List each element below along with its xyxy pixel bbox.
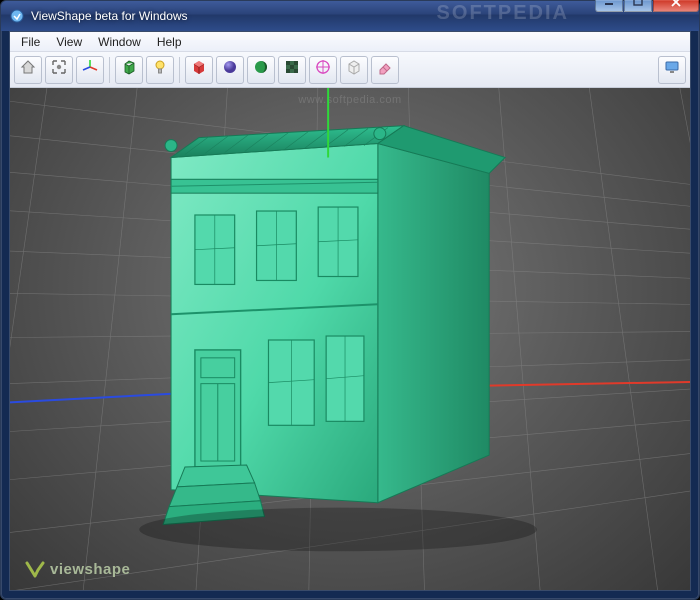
toolbar-separator — [179, 57, 180, 83]
app-window: ViewShape beta for Windows SOFTPEDIA Fil… — [0, 0, 700, 600]
eraser-icon — [376, 58, 394, 81]
3d-viewport[interactable]: www.softpedia.com — [10, 88, 690, 590]
branding-text: viewshape — [50, 561, 130, 578]
branding: viewshape — [24, 558, 130, 580]
axes-button[interactable] — [76, 56, 104, 84]
menu-file[interactable]: File — [14, 33, 47, 51]
checker-icon — [283, 58, 301, 81]
close-button[interactable] — [653, 0, 699, 12]
window-controls — [594, 0, 699, 12]
wireframe-cube-icon — [120, 58, 138, 81]
monitor-icon — [663, 58, 681, 81]
y-axis-overlay — [10, 88, 690, 590]
toolbar-separator — [109, 57, 110, 83]
gizmo-icon — [314, 58, 332, 81]
save-button[interactable] — [340, 56, 368, 84]
app-icon — [9, 8, 25, 24]
sphere-icon — [221, 58, 239, 81]
light-button[interactable] — [146, 56, 174, 84]
menu-window[interactable]: Window — [91, 33, 148, 51]
menu-view[interactable]: View — [49, 33, 89, 51]
fit-view-button[interactable] — [45, 56, 73, 84]
titlebar[interactable]: ViewShape beta for Windows SOFTPEDIA — [1, 1, 699, 31]
fit-icon — [50, 58, 68, 81]
home-icon — [19, 58, 37, 81]
menu-help[interactable]: Help — [150, 33, 189, 51]
eraser-button[interactable] — [371, 56, 399, 84]
axes-icon — [81, 58, 99, 81]
logo-icon — [24, 558, 46, 580]
moon-icon — [252, 58, 270, 81]
solid-shading-button[interactable] — [185, 56, 213, 84]
snapshot-button[interactable] — [658, 56, 686, 84]
menubar: File View Window Help — [10, 32, 690, 52]
minimize-button[interactable] — [595, 0, 623, 12]
sphere-shading-button[interactable] — [216, 56, 244, 84]
watermark-top: SOFTPEDIA — [437, 2, 569, 25]
lightbulb-icon — [151, 58, 169, 81]
wireframe-button[interactable] — [115, 56, 143, 84]
solid-cube-icon — [190, 58, 208, 81]
client-area: File View Window Help — [9, 31, 691, 591]
home-button[interactable] — [14, 56, 42, 84]
transform-gizmo-button[interactable] — [309, 56, 337, 84]
save-icon — [345, 58, 363, 81]
toolbar — [10, 52, 690, 88]
maximize-button[interactable] — [624, 0, 652, 12]
texture-button[interactable] — [278, 56, 306, 84]
half-shading-button[interactable] — [247, 56, 275, 84]
